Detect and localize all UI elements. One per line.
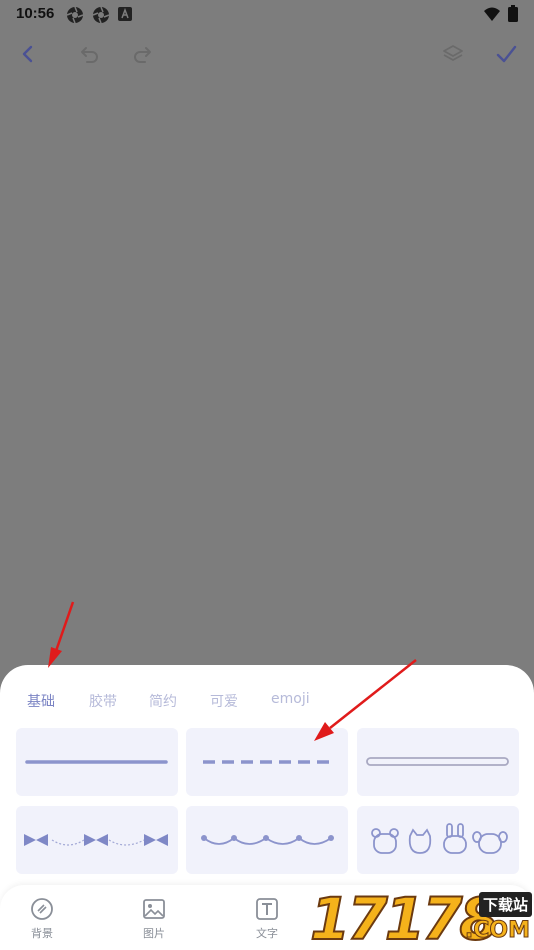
background-icon — [31, 898, 53, 920]
category-tabs: 基础 胶带 简约 可爱 emoji — [0, 691, 534, 715]
dashed-line-icon — [203, 760, 332, 764]
wifi-icon — [484, 7, 500, 21]
text-icon — [256, 898, 278, 920]
app-notification-icon — [118, 7, 132, 21]
tab-basic[interactable]: 基础 — [27, 691, 55, 711]
nav-text-label: 文字 — [256, 927, 278, 940]
checkmark-icon — [496, 45, 517, 63]
status-time: 10:56 — [16, 5, 55, 22]
aperture-icon — [92, 6, 110, 24]
nav-background[interactable]: 背景 — [7, 897, 77, 941]
site-watermark: 17178 下载站 .COM — [309, 887, 534, 950]
divider-style-animals[interactable] — [357, 806, 519, 874]
heart-garland-icon — [201, 835, 334, 845]
divider-style-solid[interactable] — [16, 728, 178, 796]
tab-tape[interactable]: 胶带 — [89, 691, 117, 711]
image-icon — [143, 899, 165, 919]
solid-line-icon — [25, 760, 168, 764]
battery-icon — [508, 5, 518, 22]
tab-simple[interactable]: 简约 — [149, 691, 177, 711]
divider-style-double[interactable] — [357, 728, 519, 796]
undo-icon — [81, 47, 98, 63]
nav-text[interactable]: 文字 — [232, 897, 302, 941]
watermark-badge: 下载站 — [478, 892, 532, 917]
chevron-left-icon — [22, 45, 33, 63]
divider-style-dashed[interactable] — [186, 728, 348, 796]
undo-button[interactable] — [76, 40, 104, 68]
nav-image-label: 图片 — [143, 927, 165, 940]
confirm-button[interactable] — [492, 40, 520, 68]
bow-ribbon-icon — [24, 834, 168, 846]
layers-button[interactable] — [439, 40, 467, 68]
nav-image[interactable]: 图片 — [119, 897, 189, 941]
nav-background-label: 背景 — [31, 927, 53, 940]
layers-icon — [443, 45, 463, 61]
editor-canvas[interactable] — [0, 80, 534, 665]
tab-cute[interactable]: 可爱 — [210, 691, 238, 711]
divider-style-hearts[interactable] — [186, 806, 348, 874]
back-button[interactable] — [14, 40, 42, 68]
redo-icon — [134, 47, 151, 63]
aperture-icon — [66, 6, 84, 24]
redo-button[interactable] — [128, 40, 156, 68]
tab-emoji[interactable]: emoji — [271, 691, 310, 707]
watermark-domain: .COM — [464, 918, 530, 944]
status-bar: 10:56 — [0, 0, 534, 28]
double-line-icon — [366, 757, 509, 766]
editor-toolbar — [0, 34, 534, 74]
animal-faces-icon — [371, 823, 508, 854]
divider-style-bows[interactable] — [16, 806, 178, 874]
